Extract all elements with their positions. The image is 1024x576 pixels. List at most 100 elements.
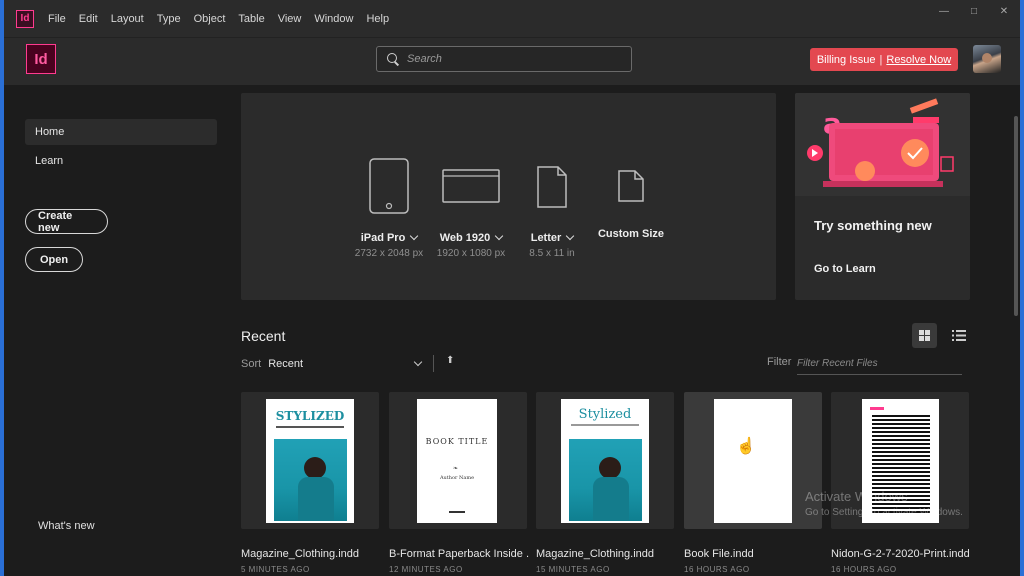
menu-table[interactable]: Table [238,13,264,25]
menu-layout[interactable]: Layout [111,13,144,25]
file-name[interactable]: Magazine_Clothing.indd [241,548,381,560]
thumbnail-photo [274,439,347,521]
arrow-up-icon[interactable]: ⬆ [446,355,454,366]
learn-promo-card[interactable]: a Try something new Go to Learn [795,93,970,300]
thumbnail-title: BOOK TITLE [425,437,489,446]
menu-object[interactable]: Object [194,13,226,25]
thumbnail-title: STYLIZED [275,409,345,423]
grid-view-button[interactable] [912,323,937,348]
recent-file-card[interactable]: ☝ [684,392,822,529]
menu-window[interactable]: Window [314,13,353,25]
search-box[interactable] [376,46,632,72]
recent-file-card[interactable]: STYLIZED [241,392,379,529]
activation-watermark-title: Activate Windows [805,489,908,504]
file-name[interactable]: Nidon-G-2-7-2020-Print.indd [831,548,971,560]
filter-input[interactable] [797,353,962,375]
sort-dropdown[interactable]: Sort Recent [241,356,431,372]
sidebar: Home Learn Create new Open What's new [4,85,234,576]
file-thumbnail: Stylized [561,399,649,523]
activation-watermark-subtitle: Go to Settings to activate Windows. [805,507,963,518]
app-window: Id File Edit Layout Type Object Table Vi… [0,0,1024,576]
preset-name: Letter [530,232,562,244]
chevron-down-icon [413,357,423,367]
preset-name: Web 1920 [439,232,491,244]
document-icon [537,166,567,208]
file-time: 15 MINUTES AGO [536,565,610,574]
indesign-logo: Id [26,44,56,74]
tablet-icon [369,158,409,214]
minimize-icon[interactable]: — [938,6,950,17]
sidebar-item-learn[interactable]: Learn [25,148,217,174]
menu-view[interactable]: View [278,13,302,25]
preset-web-1920[interactable]: Web 1920 1920 x 1080 px [433,93,509,259]
preset-ipad-pro[interactable]: iPad Pro 2732 x 2048 px [353,93,425,259]
file-time: 16 HOURS AGO [831,565,897,574]
preset-size: 2732 x 2048 px [354,248,424,259]
app-header: Id Billing Issue | Resolve Now [4,37,1020,85]
avatar[interactable] [973,45,1001,73]
billing-separator: | [879,53,883,66]
go-to-learn-link[interactable]: Go to Learn [814,263,876,275]
resolve-now-link[interactable]: Resolve Now [886,54,951,66]
thumbnail-title: Stylized [578,407,632,422]
sort-value: Recent [268,358,304,370]
preset-letter[interactable]: Letter 8.5 x 11 in [517,93,587,259]
preset-name: Custom Size [597,228,664,240]
file-name[interactable]: Book File.indd [684,548,824,560]
list-view-button[interactable] [946,323,971,348]
file-time: 5 MINUTES AGO [241,565,310,574]
billing-issue-label: Billing Issue [816,53,876,66]
sort-divider [433,355,434,372]
thumbnail-rule [449,511,465,513]
menu-file[interactable]: File [48,13,66,25]
new-document-presets: iPad Pro 2732 x 2048 px Web 1920 1920 x … [241,93,776,300]
file-name[interactable]: Magazine_Clothing.indd [536,548,676,560]
indesign-app-icon: Id [16,9,34,28]
sidebar-item-home[interactable]: Home [25,119,217,145]
recent-heading: Recent [241,328,286,344]
preset-custom-size[interactable]: Custom Size [591,93,671,240]
file-thumbnail: BOOK TITLE ❧ Author Name [417,399,497,523]
scrollbar[interactable] [1014,116,1018,316]
window-controls: — □ ✕ [938,6,1010,17]
thumbnail-rule [571,424,639,426]
whats-new-link[interactable]: What's new [38,520,95,532]
thumbnail-ornament: ❧ [453,466,459,472]
thumbnail-photo [569,439,642,521]
recent-file-card[interactable]: BOOK TITLE ❧ Author Name [389,392,527,529]
menu-help[interactable]: Help [366,13,389,25]
chevron-down-icon[interactable] [410,231,419,241]
browser-icon [442,169,500,203]
chevron-down-icon[interactable] [566,231,575,241]
thumbnail-rule [276,426,344,428]
open-button[interactable]: Open [25,247,83,272]
menu-type[interactable]: Type [157,13,181,25]
chevron-down-icon[interactable] [495,231,504,241]
learn-card-title: Try something new [814,218,932,233]
menu-edit[interactable]: Edit [79,13,98,25]
hand-cursor-icon: ☝ [736,438,756,455]
create-new-button[interactable]: Create new [25,209,108,234]
file-thumbnail: STYLIZED [266,399,354,523]
recent-file-card[interactable]: Stylized [536,392,674,529]
sidebar-item-label: Home [35,126,65,138]
file-time: 16 HOURS AGO [684,565,750,574]
sort-label: Sort [241,358,262,370]
list-icon [952,330,966,341]
thumbnail-author: Author Name [439,475,475,481]
search-icon [387,53,399,65]
file-time: 12 MINUTES AGO [389,565,463,574]
maximize-icon[interactable]: □ [968,6,980,17]
laptop-illustration: a [807,98,954,187]
grid-icon [919,330,930,341]
billing-issue-button[interactable]: Billing Issue | Resolve Now [810,48,958,71]
file-thumbnail [714,399,792,523]
learn-illustration: a [795,93,970,196]
file-name[interactable]: B-Format Paperback Inside ... [389,548,529,560]
close-icon[interactable]: ✕ [998,6,1010,17]
menubar: Id File Edit Layout Type Object Table Vi… [4,0,1020,37]
preset-size: 1920 x 1080 px [436,248,506,259]
document-icon [618,170,644,202]
filter-label: Filter [767,356,792,368]
search-input[interactable] [407,53,607,65]
